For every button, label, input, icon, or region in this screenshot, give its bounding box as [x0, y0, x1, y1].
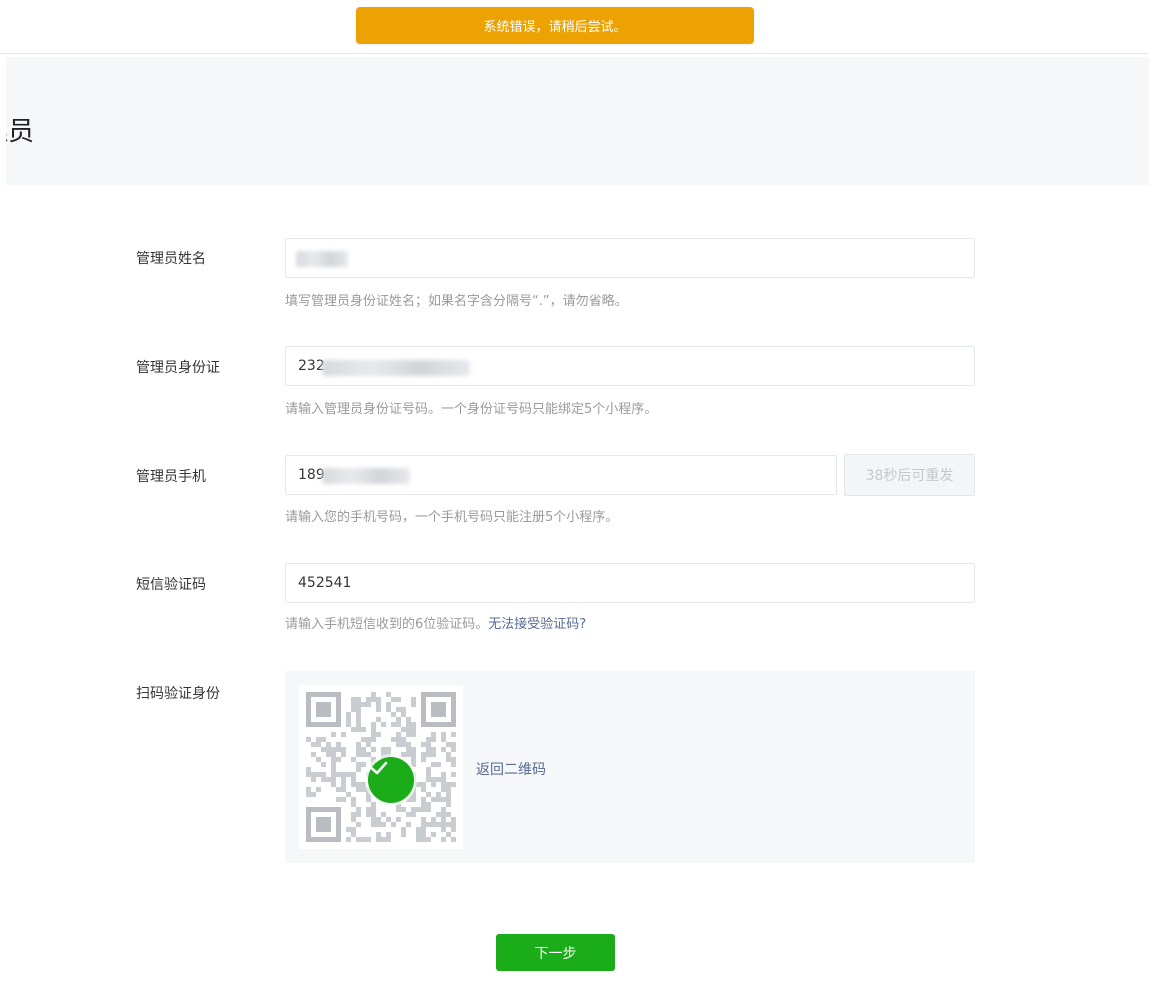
sms-code-label: 短信验证码 — [136, 577, 206, 593]
qr-verify-panel: 返回二维码 — [285, 671, 975, 863]
admin-phone-hint: 请输入您的手机号码，一个手机号码只能注册5个小程序。 — [285, 510, 619, 525]
sms-code-input[interactable] — [285, 563, 975, 603]
top-divider — [0, 53, 1149, 54]
resend-sms-button[interactable]: 38秒后可重发 — [844, 454, 975, 496]
admin-name-input[interactable] — [285, 238, 975, 278]
back-to-qr-link[interactable]: 返回二维码 — [476, 759, 546, 779]
verified-check-icon — [368, 757, 414, 803]
admin-name-label: 管理员姓名 — [136, 251, 206, 267]
page-title: 理员 — [6, 117, 35, 147]
sms-code-hint-text: 请输入手机短信收到的6位验证码。 — [285, 617, 489, 632]
cannot-receive-code-link[interactable]: 无法接受验证码? — [488, 617, 586, 632]
error-toast-message: 系统错误，请稍后尝试。 — [483, 20, 627, 35]
sms-code-hint: 请输入手机短信收到的6位验证码。无法接受验证码? — [285, 613, 586, 632]
page-header: 理员 — [6, 57, 1149, 185]
admin-id-input[interactable] — [285, 346, 975, 386]
admin-name-hint: 填写管理员身份证姓名；如果名字含分隔号“.”，请勿省略。 — [285, 294, 628, 309]
admin-phone-label: 管理员手机 — [136, 469, 206, 485]
checkmark-icon — [370, 761, 388, 775]
scan-verify-label: 扫码验证身份 — [136, 686, 220, 702]
qr-code-image — [299, 685, 463, 849]
next-step-button[interactable]: 下一步 — [496, 934, 615, 971]
admin-phone-input[interactable] — [285, 455, 837, 495]
admin-id-hint: 请输入管理员身份证号码。一个身份证号码只能绑定5个小程序。 — [285, 402, 658, 417]
error-toast: 系统错误，请稍后尝试。 — [356, 7, 754, 44]
admin-id-label: 管理员身份证 — [136, 360, 220, 376]
